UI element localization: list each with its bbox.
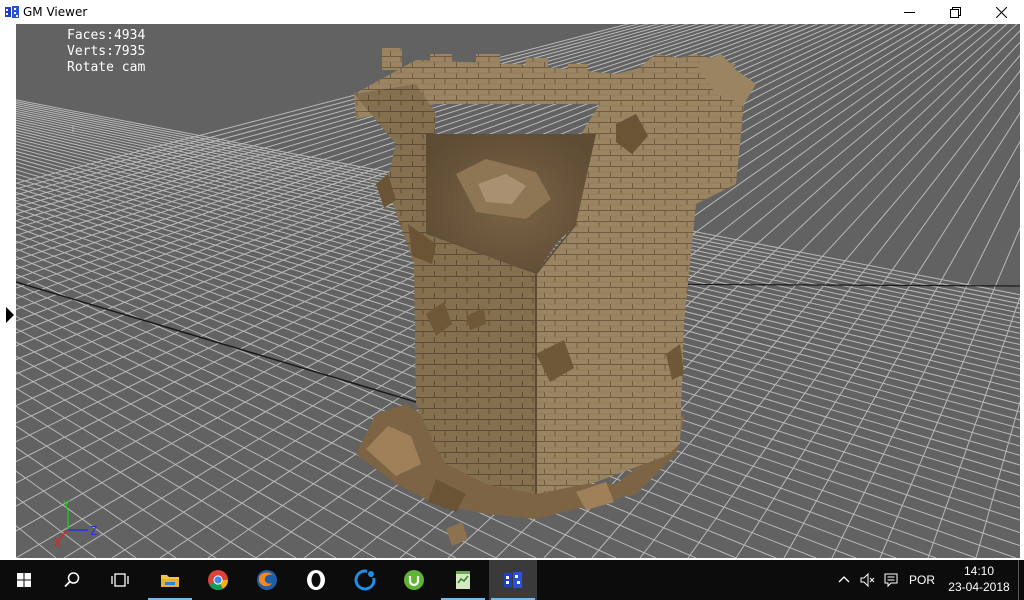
search-button[interactable] xyxy=(48,560,96,600)
3d-viewport[interactable]: Y Z X Faces:4934 Verts:7935 Rotate cam ! xyxy=(16,24,1020,558)
volume-muted-icon xyxy=(860,572,875,588)
right-border xyxy=(1020,24,1024,560)
start-button[interactable] xyxy=(0,560,48,600)
show-desktop-button[interactable] xyxy=(1018,560,1024,600)
side-panel-strip xyxy=(0,24,16,560)
title-bar[interactable]: GM Viewer xyxy=(0,0,1024,24)
ccleaner-icon xyxy=(354,569,376,591)
taskbar-app-file-explorer[interactable] xyxy=(146,560,194,600)
gm-viewer-icon xyxy=(5,6,19,18)
notification-icon xyxy=(884,573,898,588)
taskbar: POR 14:10 23-04-2018 xyxy=(0,560,1024,600)
volume-button[interactable] xyxy=(856,560,878,600)
hud-mode-label: Rotate cam xyxy=(67,60,146,75)
language-indicator[interactable]: POR xyxy=(904,560,940,600)
expand-panel-arrow-icon[interactable] xyxy=(6,307,14,323)
chevron-up-icon xyxy=(838,576,850,583)
3d-scene: Y Z X xyxy=(16,24,1020,558)
clock-time: 14:10 xyxy=(963,564,995,578)
tray-overflow-button[interactable] xyxy=(834,560,854,600)
task-view-button[interactable] xyxy=(96,560,144,600)
taskbar-app-notepad[interactable] xyxy=(439,560,487,600)
hud-faces-count: Faces:4934 xyxy=(67,28,146,43)
axis-y-label: Y xyxy=(63,498,71,512)
clock-date: 23-04-2018 xyxy=(948,580,1010,594)
taskbar-app-utorrent[interactable] xyxy=(390,560,438,600)
gm-viewer-icon xyxy=(504,572,522,588)
clock[interactable]: 14:10 23-04-2018 xyxy=(944,563,1014,597)
notepad-icon xyxy=(456,571,470,589)
windows-logo-icon xyxy=(17,573,31,587)
taskbar-app-opera[interactable] xyxy=(292,560,340,600)
search-icon xyxy=(64,572,80,588)
restore-icon xyxy=(949,6,961,18)
close-icon xyxy=(995,6,1007,18)
axis-z-label: Z xyxy=(90,524,97,538)
chrome-icon xyxy=(208,570,229,591)
close-button[interactable] xyxy=(978,0,1024,24)
utorrent-icon xyxy=(404,570,424,590)
taskbar-app-firefox[interactable] xyxy=(243,560,291,600)
opera-icon xyxy=(307,570,325,590)
restore-button[interactable] xyxy=(932,0,978,24)
action-center-button[interactable] xyxy=(880,560,902,600)
taskbar-app-chrome[interactable] xyxy=(194,560,242,600)
taskbar-app-ccleaner[interactable] xyxy=(341,560,389,600)
window-title: GM Viewer xyxy=(23,5,88,19)
firefox-icon xyxy=(257,570,277,590)
minimize-button[interactable] xyxy=(886,0,932,24)
hud-marker: ! xyxy=(70,124,77,135)
axis-x-label: X xyxy=(54,536,62,550)
task-view-icon xyxy=(111,573,129,587)
hud-verts-count: Verts:7935 xyxy=(67,44,146,59)
folder-icon xyxy=(161,575,179,587)
app-window: GM Viewer Y Z X Faces:4934 Verts:7935 Ro… xyxy=(0,0,1024,560)
minimize-icon xyxy=(903,11,915,13)
taskbar-app-gm-viewer[interactable] xyxy=(489,560,537,600)
